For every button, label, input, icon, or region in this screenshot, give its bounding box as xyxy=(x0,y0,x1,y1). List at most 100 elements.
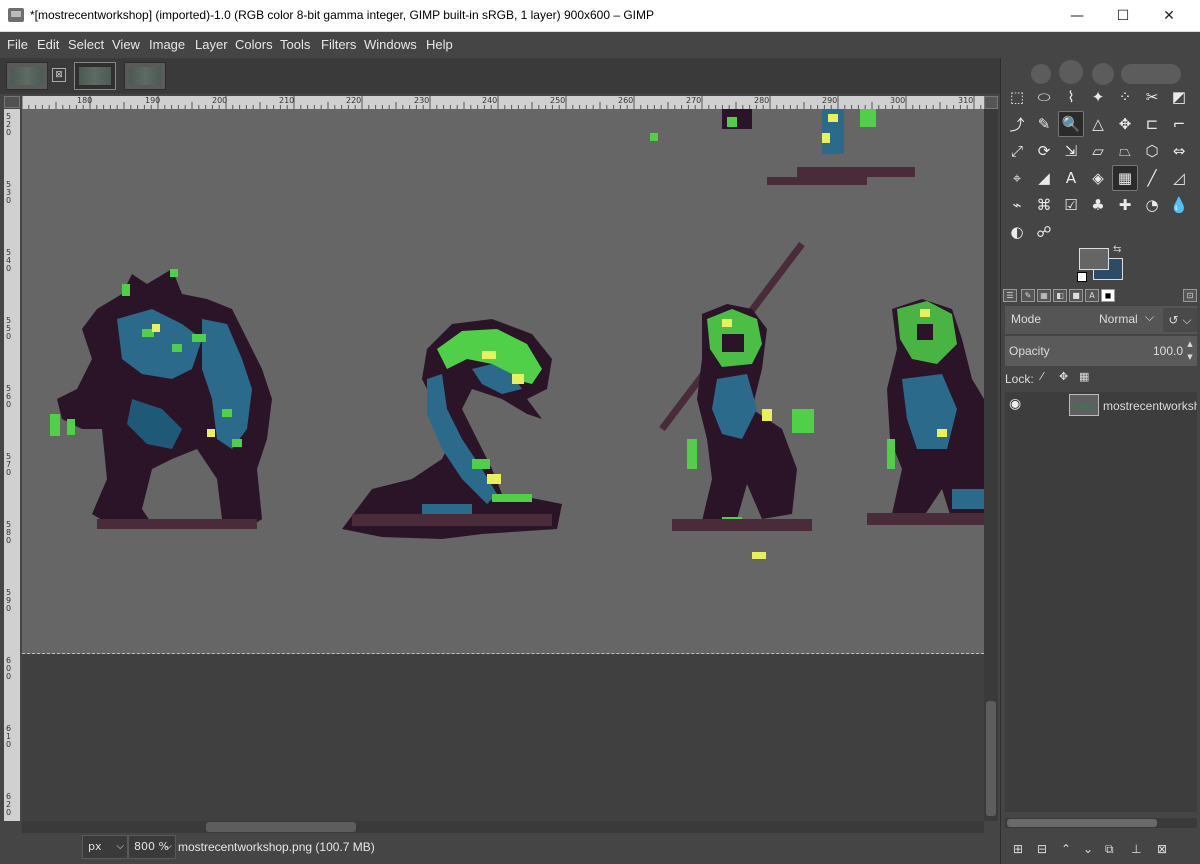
image-canvas[interactable] xyxy=(22,109,984,821)
image-tab-2[interactable] xyxy=(74,62,116,90)
vertical-scroll-thumb[interactable] xyxy=(986,701,996,816)
warp-transform-tool-icon[interactable]: ◢ xyxy=(1031,165,1057,191)
cage-transform-tool-icon[interactable]: ⌖ xyxy=(1004,165,1030,191)
foreground-color[interactable] xyxy=(1079,248,1109,270)
tab-gradients-icon[interactable]: ■ xyxy=(1069,289,1083,302)
zoom-tool-icon[interactable]: 🔍 xyxy=(1058,111,1084,137)
maximize-button[interactable]: ☐ xyxy=(1100,0,1146,32)
image-tab-3[interactable] xyxy=(124,62,166,90)
minimize-button[interactable]: — xyxy=(1054,0,1100,32)
delete-layer-icon[interactable]: ⊠ xyxy=(1157,842,1167,856)
3d-transform-tool-icon[interactable]: ⬡ xyxy=(1139,138,1165,164)
flip-tool-icon[interactable]: ⇔ xyxy=(1166,138,1192,164)
lock-position-icon[interactable]: ✥ xyxy=(1059,370,1068,383)
menu-select[interactable]: Select xyxy=(68,37,104,52)
menu-help[interactable]: Help xyxy=(426,37,453,52)
layer-list[interactable]: ◉ mostrecentworkshop xyxy=(1005,392,1197,812)
dodge-burn-tool-icon[interactable]: ◐ xyxy=(1004,219,1030,245)
menu-image[interactable]: Image xyxy=(149,37,185,52)
zoom-selector[interactable]: 800 % ⌵ xyxy=(128,835,176,859)
menu-colors[interactable]: Colors xyxy=(235,37,273,52)
anchor-layer-icon[interactable]: ⊥ xyxy=(1131,842,1141,856)
text-tool-icon[interactable]: A xyxy=(1058,165,1084,191)
raise-layer-icon[interactable]: ⌃ xyxy=(1061,842,1071,856)
vertical-ruler[interactable]: 520 530 540 550 560 570 580 590 600 610 … xyxy=(4,109,20,821)
shear-tool-icon[interactable]: ▱ xyxy=(1085,138,1111,164)
quick-mask-toggle[interactable] xyxy=(4,96,20,108)
ink-tool-icon[interactable]: ⌘ xyxy=(1031,192,1057,218)
vertical-scrollbar[interactable] xyxy=(984,109,998,821)
opacity-spin-icon[interactable]: ▲ ▼ xyxy=(1185,338,1195,364)
menu-edit[interactable]: Edit xyxy=(37,37,59,52)
free-select-tool-icon[interactable]: ⌇ xyxy=(1058,84,1084,110)
layer-row[interactable]: ◉ mostrecentworkshop xyxy=(1005,392,1197,420)
tab-layers-icon[interactable]: ☰ xyxy=(1003,289,1017,302)
tab-patterns-icon[interactable]: ◧ xyxy=(1053,289,1067,302)
new-layer-group-icon[interactable]: ⊟ xyxy=(1037,842,1047,856)
new-layer-icon[interactable]: ⊞ xyxy=(1013,842,1023,856)
menu-view[interactable]: View xyxy=(112,37,140,52)
tab-tool-options-icon[interactable]: ✎ xyxy=(1021,289,1035,302)
paths-tool-icon[interactable]: ⤴ xyxy=(1004,111,1030,137)
menu-windows[interactable]: Windows xyxy=(364,37,417,52)
bucket-fill-tool-icon[interactable]: ◈ xyxy=(1085,165,1111,191)
select-by-color-tool-icon[interactable]: ⁘ xyxy=(1112,84,1138,110)
fg-bg-colors[interactable]: ⇆ xyxy=(1077,244,1127,286)
opacity-value[interactable]: 100.0 xyxy=(1153,344,1183,358)
mode-select[interactable]: Normal xyxy=(1099,312,1138,326)
blur-tool-icon[interactable]: 💧 xyxy=(1166,192,1192,218)
heal-tool-icon[interactable]: ✚ xyxy=(1112,192,1138,218)
clone-tool-icon[interactable]: ♣ xyxy=(1085,192,1111,218)
duplicate-layer-icon[interactable]: ⧉ xyxy=(1105,842,1114,857)
paintbrush-tool-icon[interactable]: ╱ xyxy=(1139,165,1165,191)
scissors-select-tool-icon[interactable]: ✂ xyxy=(1139,84,1165,110)
gradient-tool-icon[interactable]: ▦ xyxy=(1112,165,1138,191)
rotate-tool-icon[interactable]: ⟳ xyxy=(1031,138,1057,164)
horizontal-scrollbar[interactable] xyxy=(22,821,984,833)
smudge-tool-icon[interactable]: ◔ xyxy=(1139,192,1165,218)
unified-transform-tool-icon[interactable]: ⤢ xyxy=(1004,138,1030,164)
foreground-select-tool-icon[interactable]: ◩ xyxy=(1166,84,1192,110)
menu-tools[interactable]: Tools xyxy=(280,37,310,52)
swap-colors-icon[interactable]: ⇆ xyxy=(1113,244,1121,255)
chevron-down-icon[interactable]: ⌵ xyxy=(1145,310,1154,325)
mode-reset-button[interactable]: ↺ ⌵ xyxy=(1163,308,1197,332)
crop-tool-icon[interactable]: ⌐ xyxy=(1166,111,1192,137)
tab-palette-icon[interactable]: ◼ xyxy=(1101,289,1115,302)
color-picker-tool-icon[interactable]: ✎ xyxy=(1031,111,1057,137)
layers-scroll-thumb[interactable] xyxy=(1007,819,1157,827)
unit-selector[interactable]: px ⌵ xyxy=(82,835,128,859)
tab-close-icon[interactable]: ⊠ xyxy=(52,68,66,82)
scale-tool-icon[interactable]: ⇲ xyxy=(1058,138,1084,164)
dock-config-icon[interactable]: ⊡ xyxy=(1183,289,1197,302)
navigate-button[interactable] xyxy=(984,96,998,109)
horizontal-ruler[interactable]: 180 190 200 210 220 230 240 250 260 270 … xyxy=(22,96,984,109)
horizontal-scroll-thumb[interactable] xyxy=(206,822,356,832)
layers-scrollbar[interactable] xyxy=(1005,818,1197,828)
image-tab-1[interactable] xyxy=(6,62,48,90)
smudge-alt-tool-icon[interactable]: ☍ xyxy=(1031,219,1057,245)
opacity-slider[interactable]: Opacity 100.0 ▲ ▼ xyxy=(1005,336,1197,366)
default-colors-icon[interactable] xyxy=(1077,272,1087,282)
eraser-tool-icon[interactable]: ◿ xyxy=(1166,165,1192,191)
lock-pixels-icon[interactable]: ⁄ xyxy=(1041,370,1043,383)
lower-layer-icon[interactable]: ⌄ xyxy=(1083,842,1093,856)
airbrush-tool-icon[interactable]: ⌁ xyxy=(1004,192,1030,218)
rect-select-tool-icon[interactable]: ⬚ xyxy=(1004,84,1030,110)
perspective-tool-icon[interactable]: ⏢ xyxy=(1112,138,1138,164)
align-tool-icon[interactable]: ⊏ xyxy=(1139,111,1165,137)
measure-tool-icon[interactable]: △ xyxy=(1085,111,1111,137)
fuzzy-select-tool-icon[interactable]: ✦ xyxy=(1085,84,1111,110)
layer-name[interactable]: mostrecentworkshop xyxy=(1103,399,1197,413)
menu-file[interactable]: File xyxy=(7,37,28,52)
move-tool-icon[interactable]: ✥ xyxy=(1112,111,1138,137)
layer-thumbnail[interactable] xyxy=(1069,394,1099,416)
lock-alpha-icon[interactable]: ▦ xyxy=(1079,370,1089,383)
ellipse-select-tool-icon[interactable]: ⬭ xyxy=(1031,84,1057,110)
visibility-eye-icon[interactable]: ◉ xyxy=(1009,396,1021,412)
mypaint-brush-tool-icon[interactable]: ☑ xyxy=(1058,192,1084,218)
menu-filters[interactable]: Filters xyxy=(321,37,356,52)
menu-layer[interactable]: Layer xyxy=(195,37,228,52)
tab-fonts-icon[interactable]: A xyxy=(1085,289,1099,302)
close-button[interactable]: ✕ xyxy=(1146,0,1192,32)
